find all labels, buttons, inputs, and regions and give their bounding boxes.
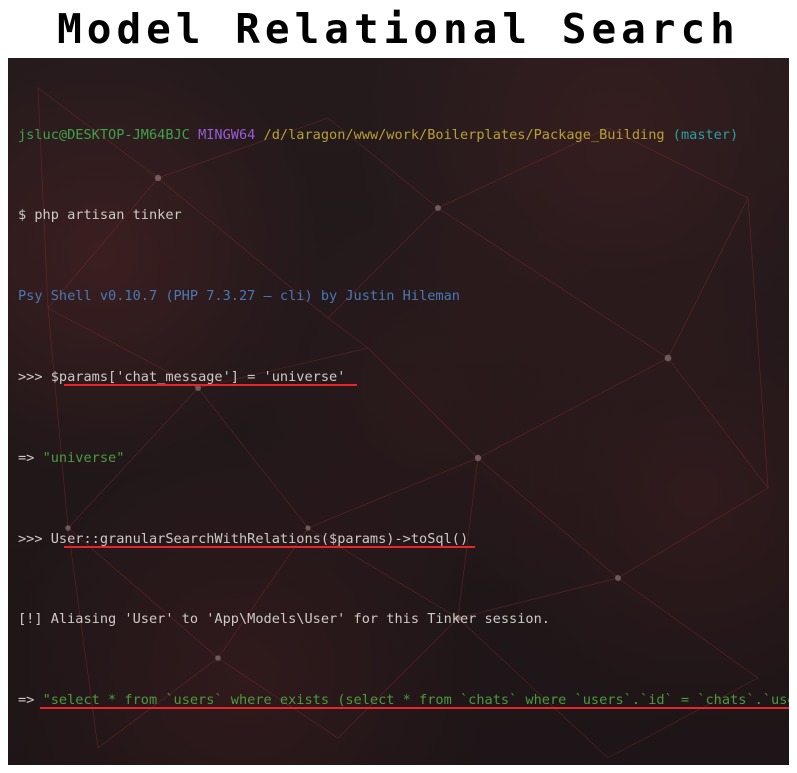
- annotation-underline-3: [40, 707, 789, 710]
- input-text-2: User::granularSearchWithRelations($param…: [50, 530, 469, 547]
- alias-notice: [!] Aliasing 'User' to 'App\Models\User'…: [18, 611, 550, 628]
- prompt-symbol: >>>: [18, 369, 43, 385]
- terminal-output[interactable]: jsluc@DESKTOP-JM64BJC MINGW64 /d/laragon…: [8, 58, 789, 765]
- input-line-1: >>> $params['chat_message'] = 'universe': [18, 367, 789, 387]
- alias-notice-line: [!] Aliasing 'User' to 'App\Models\User'…: [18, 609, 789, 629]
- input-line-2: >>> User::granularSearchWithRelations($p…: [18, 529, 789, 549]
- command-line: $ php artisan tinker: [18, 205, 789, 225]
- sql-output-line-1: => "select * from `users` where exists (…: [18, 690, 789, 710]
- annotation-underline-2: [64, 545, 475, 548]
- working-directory: /d/laragon/www/work/Boilerplates/Package…: [263, 126, 665, 143]
- prompt-header-line: jsluc@DESKTOP-JM64BJC MINGW64 /d/laragon…: [18, 125, 789, 145]
- terminal-window: jsluc@DESKTOP-JM64BJC MINGW64 /d/laragon…: [8, 58, 789, 765]
- page-title: Model Relational Search: [57, 4, 740, 53]
- output-line-1: => "universe": [18, 448, 789, 468]
- return-symbol: =>: [18, 692, 35, 709]
- prompt-user: jsluc@DESKTOP-JM64BJC: [18, 126, 190, 143]
- return-symbol: =>: [18, 449, 35, 466]
- psysh-banner: Psy Shell v0.10.7 (PHP 7.3.27 — cli) by …: [18, 288, 460, 305]
- prompt-symbol: >>>: [18, 530, 43, 547]
- psysh-banner-line: Psy Shell v0.10.7 (PHP 7.3.27 — cli) by …: [18, 286, 789, 306]
- title-bar: Model Relational Search: [0, 0, 797, 58]
- shell-name: MINGW64: [198, 126, 256, 143]
- sql-text-part-1: "select * from `users` where exists (sel…: [42, 692, 789, 709]
- input-text-1: $params['chat_message'] = 'universe': [50, 369, 346, 385]
- output-text-1: "universe": [42, 449, 125, 466]
- tinker-command: $ php artisan tinker: [18, 207, 182, 224]
- git-branch: (master): [672, 126, 739, 143]
- annotation-underline-1: [64, 384, 357, 386]
